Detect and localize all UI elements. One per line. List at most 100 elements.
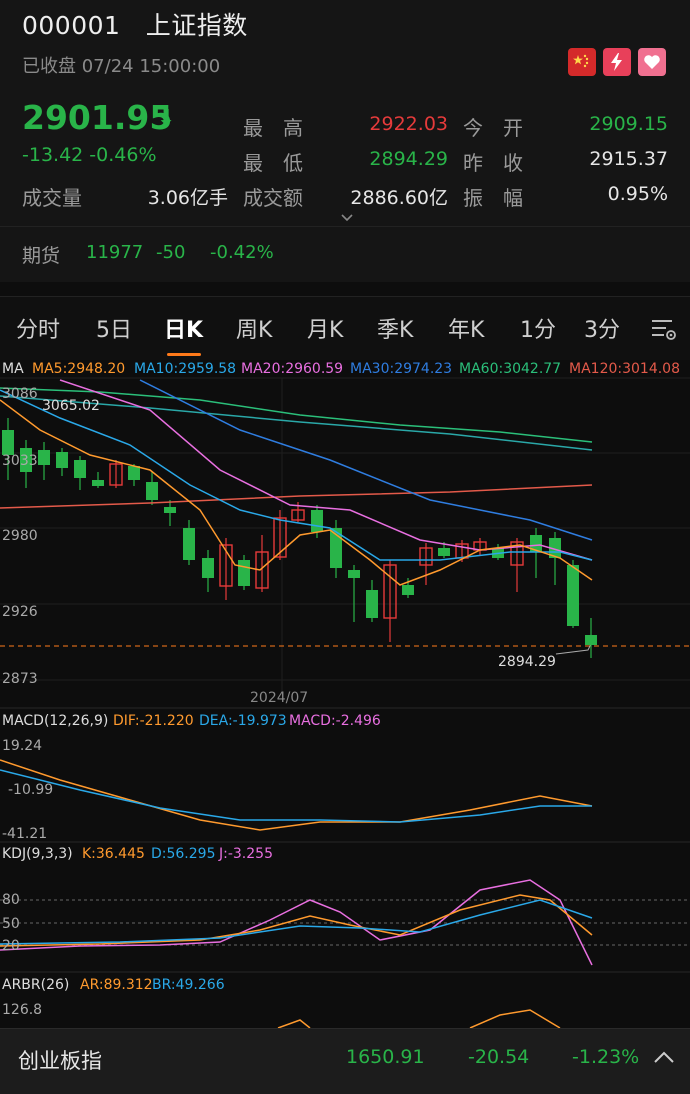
tab-quarterly-k[interactable]: 季K xyxy=(377,312,413,344)
ma60-line xyxy=(0,387,593,443)
kline-svg xyxy=(0,377,690,1029)
kdj-k: K:36.445 xyxy=(82,846,145,862)
y-label-2873: 2873 xyxy=(2,671,38,687)
tab-1min[interactable]: 1分 xyxy=(520,312,556,344)
amplitude-label: 振 幅 xyxy=(463,186,523,210)
date-axis-label: 2024/07 xyxy=(250,690,309,706)
candle-body xyxy=(311,510,323,532)
down-arrow-icon: ⬇ xyxy=(157,106,176,131)
futures-value: 11977 xyxy=(86,242,144,263)
ma120-line xyxy=(0,484,593,509)
macd-dif: DIF:-21.220 xyxy=(113,713,194,729)
candle-body xyxy=(92,480,104,486)
amount-label: 成交额 xyxy=(243,186,303,210)
kline-chart-area[interactable]: MA MA5:2948.20 MA10:2959.58 MA20:2960.59… xyxy=(0,360,690,1029)
tab-yearly-k[interactable]: 年K xyxy=(448,312,484,344)
candle-body xyxy=(238,560,250,586)
macd-dea-line xyxy=(0,769,592,823)
chart-settings-icon[interactable] xyxy=(650,315,678,347)
candle-body xyxy=(348,570,360,578)
favorite-heart-icon[interactable] xyxy=(638,48,666,76)
futures-change: -50 xyxy=(156,242,186,263)
open-label: 今 开 xyxy=(463,116,523,140)
high-value: 2922.03 xyxy=(369,113,448,135)
y-label-3033: 3033 xyxy=(2,453,38,469)
macd-y-bottom: -41.21 xyxy=(2,826,48,842)
volume-value: 3.06亿手 xyxy=(147,187,228,209)
candle-body xyxy=(183,528,195,560)
expand-up-icon[interactable] xyxy=(652,1049,676,1069)
tab-daily-k[interactable]: 日K xyxy=(164,312,203,344)
macd-dea: DEA:-19.973 xyxy=(199,713,287,729)
candle-body xyxy=(2,430,14,455)
market-status: 已收盘 07/24 15:00:00 xyxy=(22,56,221,77)
macd-y-top: 19.24 xyxy=(2,738,43,754)
last-price: 2901.95 xyxy=(22,98,173,137)
candle-body xyxy=(202,558,214,578)
quote-header: 000001 上证指数 已收盘 07/24 15:00:00 2901.95 ⬇… xyxy=(0,0,690,282)
expand-chevron-icon[interactable] xyxy=(340,208,354,227)
tab-5day[interactable]: 5日 xyxy=(96,312,132,344)
macd-value: MACD:-2.496 xyxy=(289,713,381,729)
candle-body xyxy=(567,565,579,626)
price-change: -13.42 -0.46% xyxy=(22,144,157,166)
candle-body xyxy=(38,450,50,465)
ma10-line xyxy=(0,389,593,561)
ticker-change: -20.54 xyxy=(468,1046,530,1068)
volume-label: 成交量 xyxy=(22,186,82,210)
amplitude-value: 0.95% xyxy=(607,183,668,205)
kdj-k-line xyxy=(0,894,593,947)
futures-label: 期货 xyxy=(22,245,61,267)
ticker-price: 1650.91 xyxy=(346,1046,425,1068)
tab-intraday[interactable]: 分时 xyxy=(16,312,60,344)
open-value: 2909.15 xyxy=(589,113,668,135)
lightning-icon[interactable] xyxy=(603,48,631,76)
ma-label: MA xyxy=(2,361,24,377)
index-code: 000001 xyxy=(22,11,121,40)
candle-body xyxy=(438,548,450,556)
period-tabs: 分时 5日 日K 周K 月K 季K 年K 1分 3分 xyxy=(0,296,690,360)
arbr-label: ARBR(26) xyxy=(2,977,70,993)
index-name: 上证指数 xyxy=(145,11,248,40)
candle-body xyxy=(74,460,86,478)
china-flag-icon[interactable] xyxy=(568,48,596,76)
y-label-3086: 3086 xyxy=(2,386,38,402)
candle-body xyxy=(366,590,378,618)
arbr-br: BR:49.266 xyxy=(152,977,225,993)
tab-3min[interactable]: 3分 xyxy=(584,312,620,344)
kdj-y-20: 20 xyxy=(2,938,20,954)
tab-weekly-k[interactable]: 周K xyxy=(236,312,272,344)
bottom-ticker-bar[interactable]: 创业板指 1650.91 -20.54 -1.23% xyxy=(0,1028,690,1094)
high-label: 最 高 xyxy=(243,116,303,140)
ma60-value: MA60:3042.77 xyxy=(459,361,562,377)
low-label: 最 低 xyxy=(243,151,303,175)
candle-body xyxy=(585,635,597,645)
low-value: 2894.29 xyxy=(369,148,448,170)
kdj-j: J:-3.255 xyxy=(219,846,273,862)
ma5-value: MA5:2948.20 xyxy=(32,361,126,377)
tab-monthly-k[interactable]: 月K xyxy=(307,312,343,344)
ma120-value: MA120:3014.08 xyxy=(569,361,680,377)
kdj-y-50: 50 xyxy=(2,916,20,932)
kdj-label: KDJ(9,3,3) xyxy=(2,846,73,862)
amount-value: 2886.60亿 xyxy=(350,187,448,209)
ticker-pct: -1.23% xyxy=(572,1046,640,1068)
candle-body xyxy=(146,482,158,500)
prev-close-label: 昨 收 xyxy=(463,151,523,175)
divider xyxy=(0,226,690,227)
peak-price-label: 3065.02 xyxy=(42,398,100,414)
arbr-y-top: 126.8 xyxy=(2,1002,43,1018)
macd-label: MACD(12,26,9) xyxy=(2,713,109,729)
index-title: 000001 上证指数 xyxy=(22,6,248,42)
candle-body xyxy=(402,585,414,595)
ma20-value: MA20:2960.59 xyxy=(241,361,344,377)
macd-y-mid: -10.99 xyxy=(8,782,54,798)
arbr-ar-line xyxy=(469,1009,561,1029)
active-tab-indicator xyxy=(167,353,201,356)
arbr-ar-line xyxy=(277,1019,311,1029)
futures-pct: -0.42% xyxy=(210,242,274,263)
ticker-name: 创业板指 xyxy=(18,1049,102,1073)
candle-body xyxy=(56,452,68,468)
ma30-value: MA30:2974.23 xyxy=(350,361,453,377)
candle-body xyxy=(128,466,140,480)
